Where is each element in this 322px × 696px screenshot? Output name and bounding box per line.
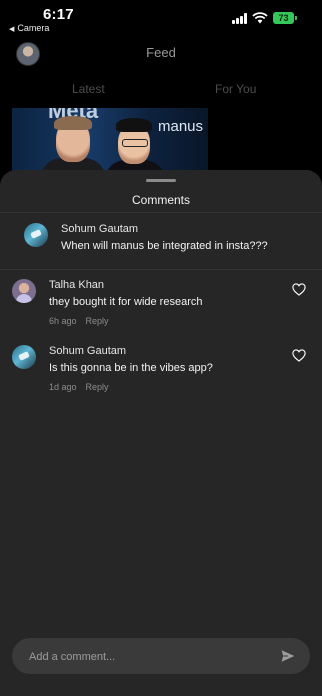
status-bar: 6:17 ◀ Camera 73 [0, 0, 322, 36]
reply-button[interactable]: Reply [86, 382, 109, 392]
comment-time: 6h ago [49, 316, 77, 326]
avatar[interactable] [24, 223, 48, 247]
page-title: Feed [146, 45, 176, 60]
comment-meta: 1d ago Reply [49, 382, 109, 392]
comment-author[interactable]: Talha Khan [49, 279, 104, 291]
battery-icon: 73 [273, 12, 297, 24]
comment-text: Is this gonna be in the vibes app? [49, 362, 213, 374]
caption-text: When will manus be integrated in insta??… [61, 240, 268, 252]
comments-sheet: Comments Sohum Gautam When will manus be… [0, 170, 322, 696]
comment-author[interactable]: Sohum Gautam [49, 345, 126, 357]
post-image[interactable]: Meta manus [12, 108, 208, 178]
reply-button[interactable]: Reply [86, 316, 109, 326]
person-hair [54, 116, 92, 130]
person-hair [116, 118, 152, 132]
avatar[interactable] [12, 345, 36, 369]
back-app-label: Camera [17, 23, 50, 33]
comment-input[interactable] [27, 638, 271, 676]
tab-latest[interactable]: Latest [72, 82, 105, 96]
sheet-drag-handle[interactable] [146, 179, 176, 182]
post-image-manus-text: manus [158, 118, 204, 135]
heart-icon[interactable] [292, 283, 306, 296]
heart-icon[interactable] [292, 349, 306, 362]
send-icon[interactable] [280, 649, 296, 663]
comment-time: 1d ago [49, 382, 77, 392]
sheet-title: Comments [131, 193, 190, 207]
comment-input-bar [12, 638, 310, 676]
wifi-icon [252, 12, 268, 24]
back-to-camera-link[interactable]: ◀ Camera [9, 23, 49, 33]
comment-meta: 6h ago Reply [49, 316, 109, 326]
post-caption: Sohum Gautam When will manus be integrat… [0, 212, 322, 270]
glasses [122, 139, 148, 147]
tab-for-you[interactable]: For You [215, 82, 256, 96]
comment-text: they bought it for wide research [49, 296, 203, 308]
signal-icon [232, 13, 248, 24]
status-time: 6:17 [43, 6, 74, 23]
back-triangle-icon: ◀ [9, 26, 15, 33]
caption-author[interactable]: Sohum Gautam [61, 223, 138, 235]
avatar[interactable] [12, 279, 36, 303]
